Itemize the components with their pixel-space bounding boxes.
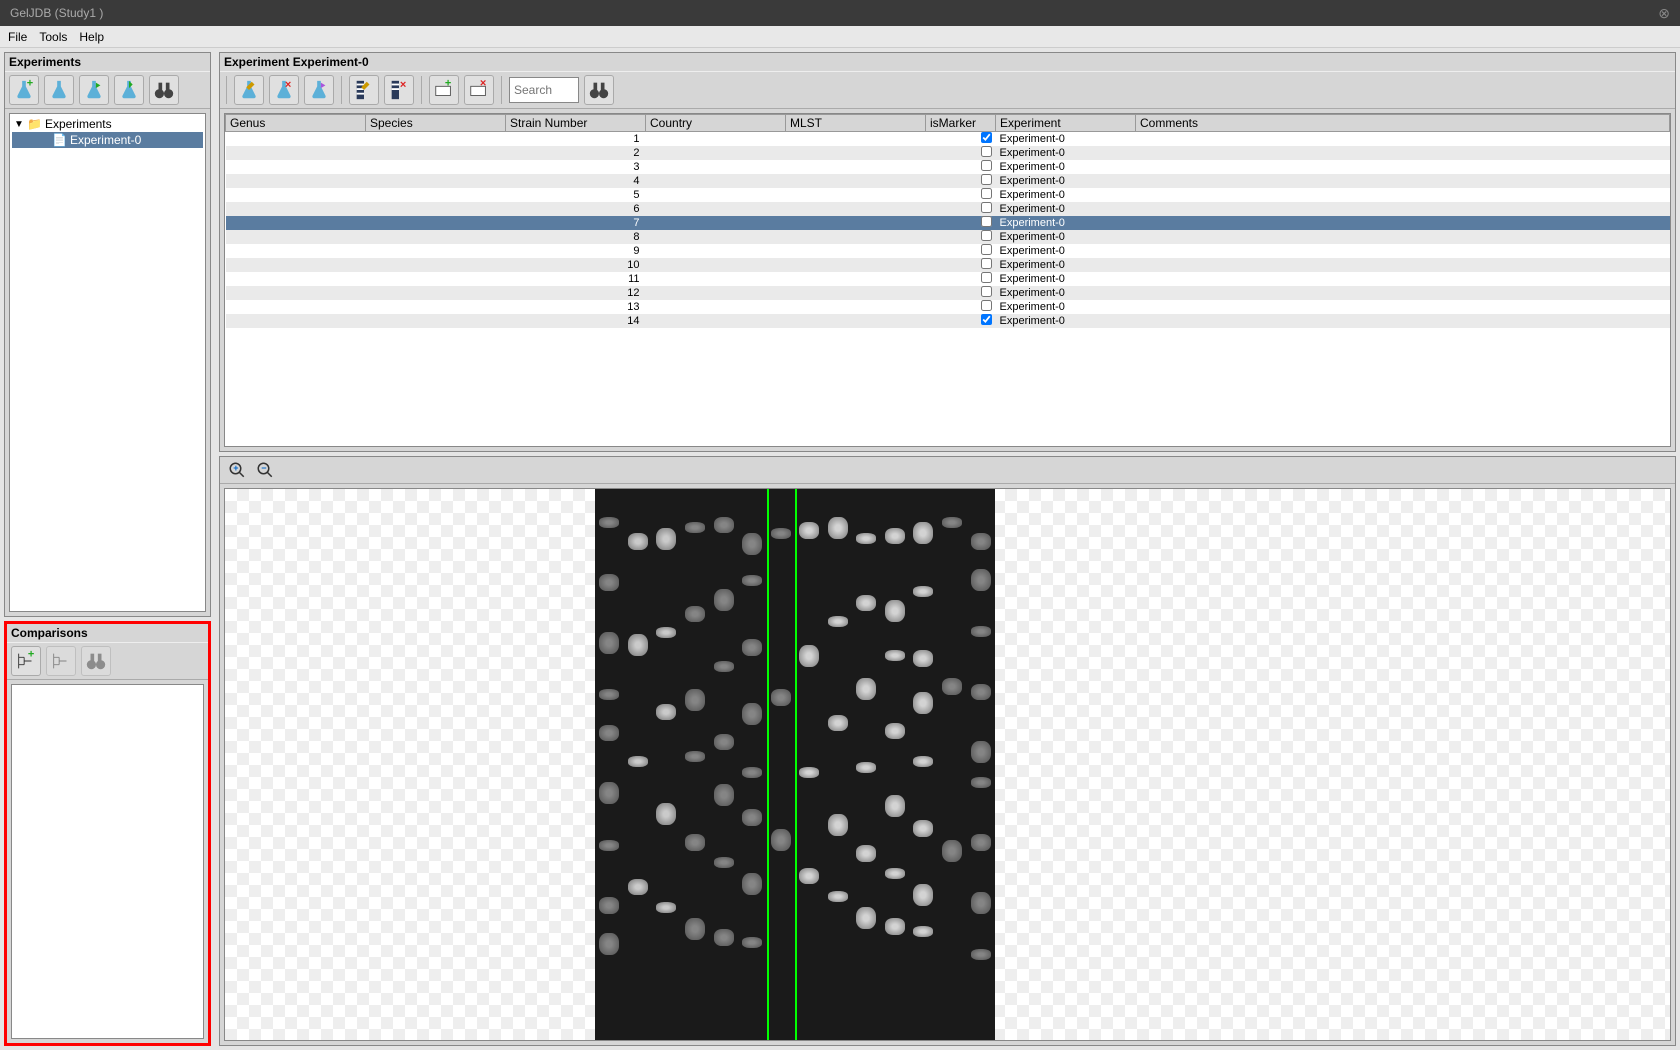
experiments-panel-title: Experiments [5,53,210,71]
tag-delete-button[interactable]: × [464,75,494,105]
experiment-detail-panel: Experiment Experiment-0 × × + × [219,52,1676,452]
lane-marker-left[interactable] [767,489,769,1040]
col-strain[interactable]: Strain Number [506,115,646,132]
binoculars-search-button[interactable] [584,75,614,105]
search-input[interactable] [509,77,579,103]
tree-dup-button[interactable] [46,646,76,676]
binoculars-button-comparisons[interactable] [81,646,111,676]
flask-add-button[interactable]: + [9,75,39,105]
table-row[interactable]: 1Experiment-0 [226,132,1670,147]
menu-file[interactable]: File [8,30,27,44]
col-country[interactable]: Country [646,115,786,132]
ismarker-checkbox[interactable] [981,244,992,255]
gel-viewer[interactable] [224,488,1671,1041]
ismarker-checkbox[interactable] [981,188,992,199]
svg-text:×: × [400,79,406,91]
ismarker-checkbox[interactable] [981,132,992,143]
tree-item-label: Experiment-0 [70,133,141,147]
table-row[interactable]: 11Experiment-0 [226,272,1670,286]
flask-export-button[interactable] [114,75,144,105]
table-row[interactable]: 7Experiment-0 [226,216,1670,230]
ismarker-checkbox[interactable] [981,202,992,213]
strains-table[interactable]: Genus Species Strain Number Country MLST… [225,114,1670,328]
table-row[interactable]: 8Experiment-0 [226,230,1670,244]
ismarker-checkbox[interactable] [981,272,992,283]
binoculars-button[interactable] [149,75,179,105]
tree-root[interactable]: ▼ 📁 Experiments [12,116,203,132]
ismarker-checkbox[interactable] [981,314,992,325]
flask-run-button[interactable] [79,75,109,105]
experiments-panel: Experiments + ▼ 📁 Experiments 📄 Experime… [4,52,211,617]
experiments-toolbar: + [5,71,210,109]
table-row[interactable]: 4Experiment-0 [226,174,1670,188]
ismarker-checkbox[interactable] [981,174,992,185]
table-row[interactable]: 5Experiment-0 [226,188,1670,202]
svg-text:+: + [27,79,33,89]
menu-tools[interactable]: Tools [39,30,67,44]
table-row[interactable]: 3Experiment-0 [226,160,1670,174]
svg-text:+: + [28,650,34,660]
col-experiment[interactable]: Experiment [996,115,1136,132]
file-icon: 📄 [52,133,67,147]
bands-delete-button[interactable]: × [384,75,414,105]
menu-help[interactable]: Help [79,30,104,44]
flask-button[interactable] [44,75,74,105]
flask-delete-button[interactable]: × [269,75,299,105]
menubar: File Tools Help [0,26,1680,48]
window-title: GelJDB (Study1 ) [10,0,103,26]
col-mlst[interactable]: MLST [786,115,926,132]
flask-dup-button[interactable] [304,75,334,105]
window-titlebar: GelJDB (Study1 ) ⊗ [0,0,1680,26]
ismarker-checkbox[interactable] [981,286,992,297]
zoom-out-button[interactable]: − [253,460,277,480]
close-icon[interactable]: ⊗ [1658,0,1670,26]
svg-text:+: + [233,463,238,473]
ismarker-checkbox[interactable] [981,230,992,241]
svg-text:+: + [445,79,451,89]
table-row[interactable]: 2Experiment-0 [226,146,1670,160]
col-comments[interactable]: Comments [1136,115,1670,132]
ismarker-checkbox[interactable] [981,300,992,311]
svg-text:−: − [261,463,266,473]
folder-icon: 📁 [27,117,42,131]
comparisons-panel-title: Comparisons [7,624,208,642]
table-row[interactable]: 12Experiment-0 [226,286,1670,300]
zoom-in-button[interactable]: + [225,460,249,480]
ismarker-checkbox[interactable] [981,146,992,157]
tree-item-experiment-0[interactable]: 📄 Experiment-0 [12,132,203,148]
bands-edit-button[interactable] [349,75,379,105]
strains-table-wrap: Genus Species Strain Number Country MLST… [224,113,1671,447]
comparisons-tree[interactable] [11,684,204,1039]
table-row[interactable]: 6Experiment-0 [226,202,1670,216]
col-genus[interactable]: Genus [226,115,366,132]
ismarker-checkbox[interactable] [981,160,992,171]
ismarker-checkbox[interactable] [981,216,992,227]
table-row[interactable]: 13Experiment-0 [226,300,1670,314]
tag-add-button[interactable]: + [429,75,459,105]
col-ismarker[interactable]: isMarker [926,115,996,132]
comparisons-toolbar: + [7,642,208,680]
svg-text:×: × [480,79,486,89]
col-species[interactable]: Species [366,115,506,132]
flask-edit-button[interactable] [234,75,264,105]
experiment-toolbar: × × + × [220,71,1675,109]
experiments-tree[interactable]: ▼ 📁 Experiments 📄 Experiment-0 [9,113,206,612]
experiment-detail-title: Experiment Experiment-0 [220,53,1675,71]
table-row[interactable]: 14Experiment-0 [226,314,1670,328]
svg-text:×: × [285,79,291,91]
lane-marker-right[interactable] [795,489,797,1040]
comparisons-panel: Comparisons + [4,621,211,1046]
table-row[interactable]: 9Experiment-0 [226,244,1670,258]
zoom-toolbar: + − [220,457,1675,484]
chevron-down-icon[interactable]: ▼ [14,119,24,130]
gel-viewer-panel: + − [219,456,1676,1046]
gel-image [595,489,995,1040]
tree-root-label: Experiments [45,117,112,131]
table-row[interactable]: 10Experiment-0 [226,258,1670,272]
ismarker-checkbox[interactable] [981,258,992,269]
tree-add-button[interactable]: + [11,646,41,676]
